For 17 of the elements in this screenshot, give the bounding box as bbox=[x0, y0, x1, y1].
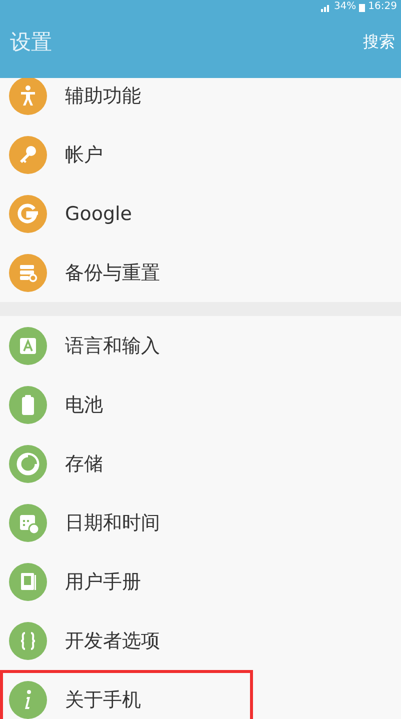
page-title: 设置 bbox=[10, 29, 52, 56]
item-label: 开发者选项 bbox=[65, 628, 160, 654]
signal-icon bbox=[320, 2, 331, 12]
clock: 16:29 bbox=[368, 1, 397, 13]
item-label: 语言和输入 bbox=[65, 334, 160, 358]
item-label: 存储 bbox=[65, 452, 103, 476]
battery-icon bbox=[359, 2, 366, 12]
item-label: 电池 bbox=[65, 392, 103, 418]
item-label: 帐户 bbox=[65, 142, 103, 168]
item-label: 备份与重置 bbox=[65, 260, 160, 286]
item-label: 日期和时间 bbox=[65, 510, 160, 536]
settings-item[interactable]: 关于手机 bbox=[0, 670, 253, 719]
item-label: 辅助功能 bbox=[65, 84, 141, 108]
item-label: 用户手册 bbox=[65, 570, 141, 594]
item-label: 关于手机 bbox=[65, 688, 141, 712]
battery-percent: 34% bbox=[334, 1, 356, 13]
item-label: Google bbox=[65, 202, 132, 224]
